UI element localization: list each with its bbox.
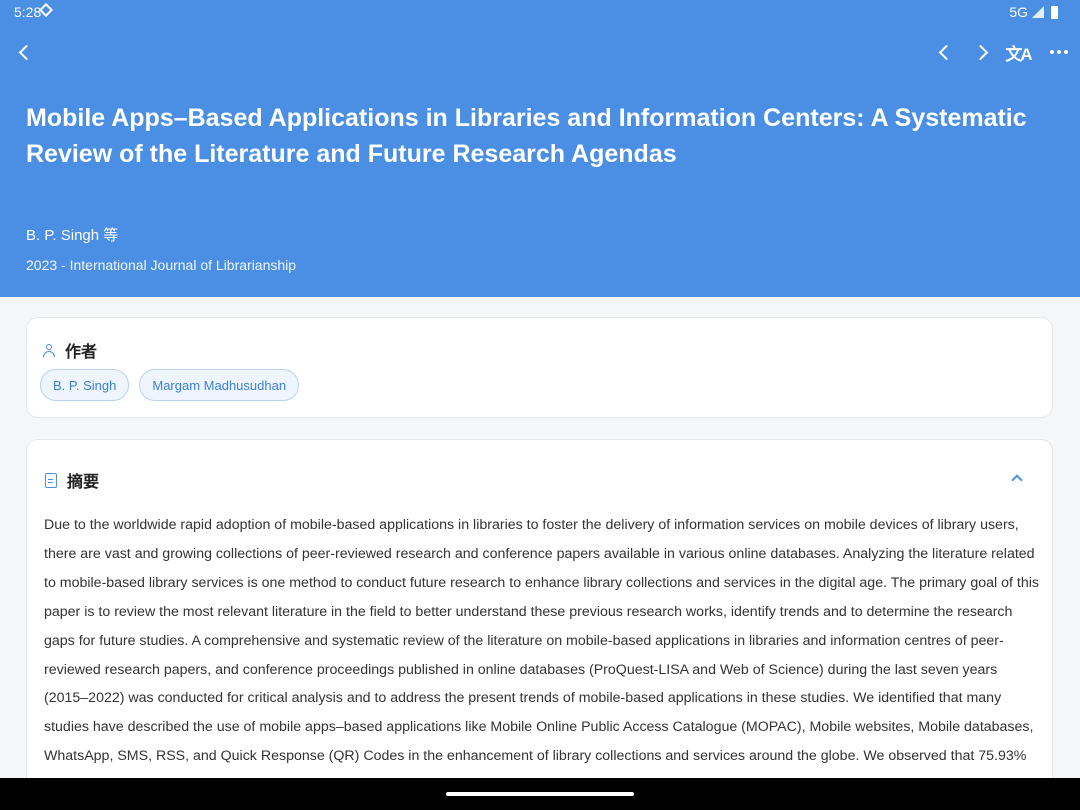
- document-icon: [45, 472, 57, 488]
- paper-publication-line: 2023 - International Journal of Libraria…: [26, 257, 297, 273]
- abstract-heading-label: 摘要: [67, 474, 100, 491]
- person-icon: [43, 343, 55, 357]
- translate-button[interactable]: 文A: [1004, 38, 1032, 66]
- translate-icon: 文A: [1005, 44, 1032, 64]
- abstract-text: Due to the worldwide rapid adoption of m…: [44, 517, 1039, 793]
- chevron-up-icon: [1011, 474, 1023, 486]
- paper-header: 5:28 5G 文A Mobile Apps–Based Application…: [0, 0, 1080, 297]
- abstract-card: 摘要 Due to the worldwide rapid adoption o…: [26, 439, 1053, 799]
- more-horizontal-icon: [1050, 50, 1068, 54]
- abstract-heading: 摘要: [45, 468, 99, 492]
- status-bar: 5:28 5G: [0, 0, 1080, 24]
- chevron-left-icon: [938, 44, 954, 60]
- next-paper-button[interactable]: [966, 38, 994, 66]
- status-indicators: 5G: [1009, 4, 1058, 20]
- author-chips: B. P. Singh Margam Madhusudhan: [40, 369, 300, 401]
- signal-icon: [1032, 6, 1044, 18]
- authors-heading-label: 作者: [65, 344, 98, 361]
- collapse-abstract-button[interactable]: [1010, 470, 1026, 486]
- author-chip[interactable]: Margam Madhusudhan: [139, 369, 300, 401]
- arrow-back-icon: [18, 44, 34, 60]
- home-gesture-handle[interactable]: [446, 792, 634, 796]
- paper-title: Mobile Apps–Based Applications in Librar…: [26, 104, 1027, 168]
- authors-card: 作者 B. P. Singh Margam Madhusudhan: [26, 317, 1053, 418]
- authors-heading: 作者: [43, 338, 97, 362]
- status-time: 5:28: [14, 4, 42, 20]
- back-button[interactable]: [12, 38, 40, 66]
- paper-authors-line: B. P. Singh 等: [26, 227, 119, 244]
- system-navigation-bar: [0, 778, 1080, 810]
- network-label: 5G: [1009, 4, 1028, 20]
- previous-paper-button[interactable]: [932, 38, 960, 66]
- battery-icon: [1051, 5, 1058, 19]
- more-button[interactable]: [1045, 38, 1073, 66]
- chevron-right-icon: [972, 44, 988, 60]
- author-chip[interactable]: B. P. Singh: [40, 369, 130, 401]
